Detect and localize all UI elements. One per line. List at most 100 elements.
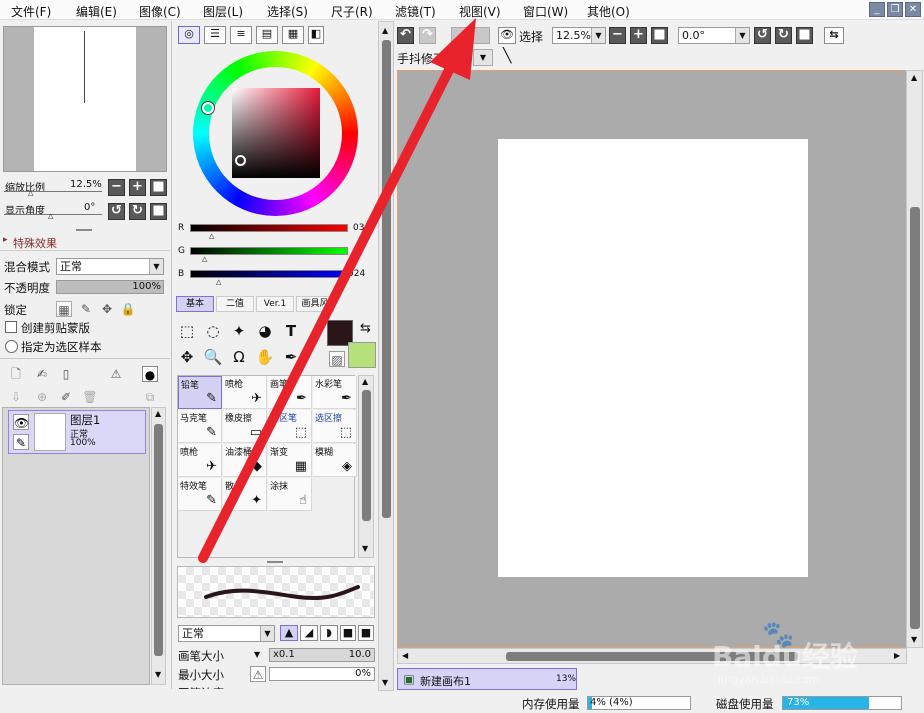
canvas-angle-select[interactable]: 0.0° ▼ (678, 27, 750, 44)
saturation-value-square[interactable] (232, 88, 320, 178)
menu-file[interactable]: 文件(F) (11, 3, 51, 20)
brush-cell[interactable]: 油漆桶 ◆ (223, 444, 267, 477)
tab-brush-style[interactable]: 画具风 (296, 296, 334, 312)
canvas-zoom-in-button[interactable]: + (630, 27, 647, 44)
scroll-down-icon[interactable]: ▼ (155, 670, 161, 679)
layer-effect-icon[interactable]: ⚠ (108, 366, 124, 382)
canvas-zoom-reset-button[interactable]: ■ (651, 27, 668, 44)
canvas-paper[interactable] (498, 139, 808, 577)
canvas-rotate-left-button[interactable]: ↺ (754, 27, 771, 44)
zoom-tool-icon[interactable]: 🔍 (202, 346, 224, 368)
brush-cell[interactable]: 橡皮擦 ▭ (223, 410, 267, 443)
deselect-button[interactable] (451, 27, 468, 44)
document-tab[interactable]: ▣ 新建画布1 13% (397, 668, 577, 690)
brush-shape-sharp-icon[interactable]: ▲ (280, 625, 298, 641)
new-layer-icon[interactable]: 🗋 (8, 366, 24, 382)
panel-splitter[interactable] (76, 229, 92, 231)
rotate-right-button[interactable]: ↻ (129, 203, 146, 220)
menu-window[interactable]: 窗口(W) (523, 3, 568, 20)
brush-shape-square-icon[interactable]: ■ (358, 625, 374, 641)
scratchpad-mode-icon[interactable]: ◧ (308, 26, 324, 44)
angle-slider-handle[interactable]: △ (48, 212, 53, 220)
scroll-up-icon[interactable]: ▲ (362, 377, 368, 386)
zoom-in-button[interactable]: + (129, 179, 146, 196)
menu-view[interactable]: 视图(V) (459, 3, 501, 20)
brush-cell[interactable]: 水彩笔 ✒ (313, 376, 357, 409)
brush-size-slider[interactable]: x0.1 10.0 (269, 648, 375, 662)
panel-splitter[interactable] (267, 561, 283, 563)
palette-mode-icon[interactable]: ▦ (282, 26, 304, 44)
brush-cell[interactable]: 马克笔 ✎ (178, 410, 222, 443)
clear-layer-icon[interactable]: ✐ (58, 389, 74, 405)
close-button[interactable]: ✕ (905, 2, 921, 17)
canvas-zoom-out-button[interactable]: − (609, 27, 626, 44)
brush-scrollbar[interactable]: ▲ ▼ (358, 375, 374, 558)
restore-button[interactable]: ❐ (887, 2, 903, 17)
chevron-down-icon[interactable]: ▼ (254, 650, 260, 659)
merge-down-icon[interactable]: ⊕ (34, 389, 50, 405)
g-slider-handle[interactable]: △ (202, 255, 207, 263)
min-size-slider[interactable]: 0% (269, 667, 375, 681)
hue-cursor[interactable] (202, 102, 214, 114)
canvas-vertical-scrollbar[interactable]: ▲ ▼ (906, 70, 923, 648)
lasso-icon[interactable]: ◌ (202, 320, 224, 342)
tab-binary[interactable]: 二值 (216, 296, 254, 312)
text-tool-icon[interactable]: T (280, 320, 302, 342)
expand-icon[interactable]: ▸ (3, 235, 8, 245)
delete-layer-icon[interactable]: 🗑 (82, 389, 98, 405)
layer-scrollbar[interactable]: ▲ ▼ (151, 407, 166, 685)
menu-other[interactable]: 其他(O) (587, 3, 630, 20)
scroll-up-icon[interactable]: ▲ (911, 73, 917, 82)
rgb-slider-mode-icon[interactable]: ☰ (204, 26, 226, 44)
canvas-viewport[interactable] (397, 70, 907, 648)
tab-ver1[interactable]: Ver.1 (256, 296, 294, 312)
scroll-down-icon[interactable]: ▼ (911, 635, 917, 644)
brush-shape-round-icon[interactable]: ◗ (320, 625, 338, 641)
brush-cell[interactable]: 喷枪 ✈ (178, 444, 222, 477)
flip-horizontal-icon[interactable]: ⇆ (824, 27, 844, 44)
rotate-tool-icon[interactable]: Ω (228, 346, 250, 368)
menu-ruler[interactable]: 尺子(R) (331, 3, 373, 20)
layer-row[interactable]: 👁 ✎ 图层1 正常 100% (8, 410, 146, 454)
r-slider-handle[interactable]: △ (209, 232, 214, 240)
minimize-button[interactable]: _ (869, 2, 885, 17)
clip-mask-checkbox[interactable] (5, 321, 17, 333)
tab-basic[interactable]: 基本 (176, 296, 214, 312)
selection-source-radio[interactable] (5, 340, 18, 353)
menu-select[interactable]: 选择(S) (267, 3, 308, 20)
brush-mode-select[interactable]: 正常 ▼ (178, 625, 275, 642)
canvas-hscroll-thumb[interactable] (506, 652, 798, 661)
navigator-preview[interactable] (3, 26, 167, 172)
magic-wand-icon[interactable]: ✦ (228, 320, 250, 342)
brush-cell[interactable]: 涂抹 ☝ (268, 478, 312, 511)
canvas-rotate-right-button[interactable]: ↻ (775, 27, 792, 44)
brush-cell[interactable]: 选区笔 ⬚ (268, 410, 312, 443)
brush-cell[interactable]: 散点 ✦ (223, 478, 267, 511)
redo-button[interactable]: ↷ (419, 27, 436, 44)
eyedropper-icon[interactable]: ✒ (280, 346, 302, 368)
zoom-out-button[interactable]: − (108, 179, 125, 196)
invert-selection-button[interactable] (473, 27, 490, 44)
undo-button[interactable]: ↶ (397, 27, 414, 44)
pencil-icon[interactable]: ✎ (13, 434, 29, 450)
brush-shape-flat-icon[interactable]: ■ (340, 625, 356, 641)
straight-line-icon[interactable]: ╲ (503, 48, 511, 64)
zoom-reset-button[interactable]: ■ (150, 179, 167, 196)
zoom-slider-handle[interactable]: △ (28, 189, 33, 197)
brush-cell[interactable]: 特效笔 ✎ (178, 478, 222, 511)
canvas-horizontal-scrollbar[interactable]: ◀ ▶ (397, 648, 907, 664)
hsv-slider-mode-icon[interactable]: ≡ (230, 26, 252, 44)
scroll-up-icon[interactable]: ▲ (155, 409, 161, 418)
sv-cursor[interactable] (235, 155, 246, 166)
tool-panel-scrollbar[interactable]: ▲ ▼ (378, 21, 394, 691)
menu-layer[interactable]: 图层(L) (203, 3, 243, 20)
swap-colors-icon[interactable]: ⇆ (360, 321, 371, 336)
rect-select-icon[interactable]: ⬚ (176, 320, 198, 342)
menu-edit[interactable]: 编辑(E) (76, 3, 117, 20)
menu-filter[interactable]: 滤镜(T) (395, 3, 436, 20)
color-wheel-mode-icon[interactable]: ◎ (178, 26, 200, 44)
layer-mask-icon[interactable]: ● (142, 366, 158, 382)
move-tool-icon[interactable]: ✥ (176, 346, 198, 368)
rotate-left-button[interactable]: ↺ (108, 203, 125, 220)
tool-panel-scroll-thumb[interactable] (382, 40, 391, 518)
